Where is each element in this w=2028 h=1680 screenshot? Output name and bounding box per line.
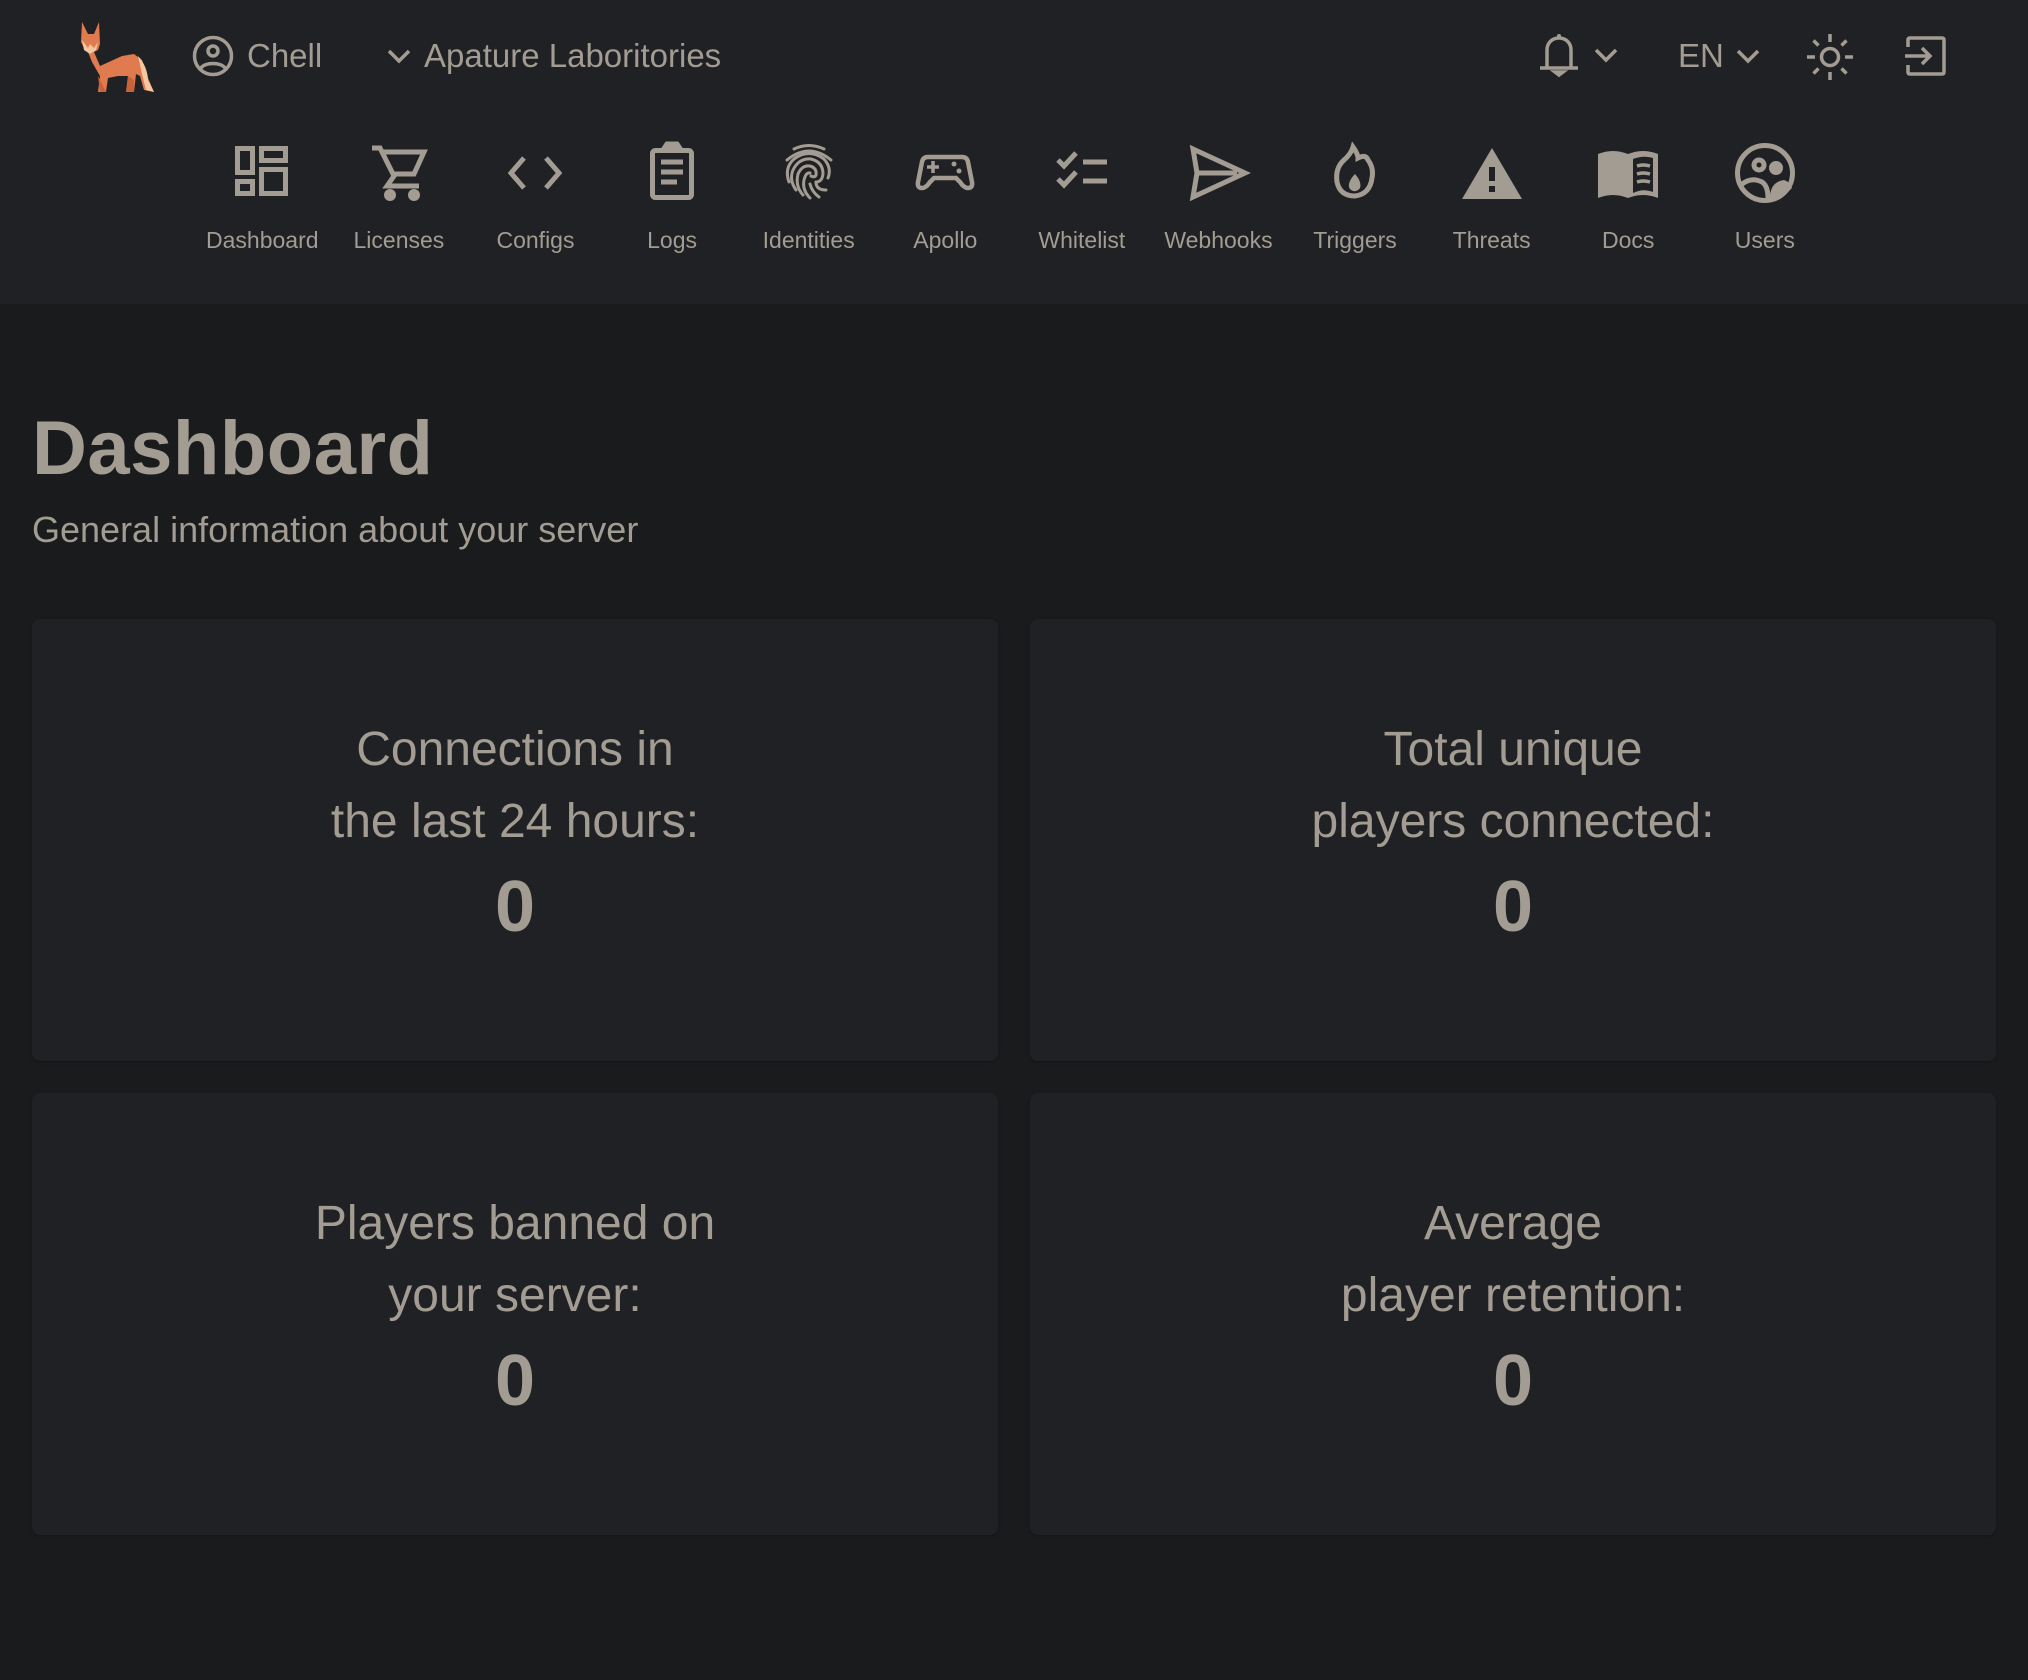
logout-icon[interactable] [1904,35,1948,77]
stat-value: 0 [1492,1341,1534,1421]
nav-item-logs[interactable]: Logs [604,140,741,254]
checklist-icon [1056,151,1107,189]
fingerprint-icon [785,144,833,200]
page-title: Dashboard [32,406,434,491]
top-bar: Chell Apature Laboritories EN [0,0,2028,112]
users-icon [1734,143,1795,203]
language-value: EN [1678,37,1724,74]
fox-logo-icon[interactable] [78,20,156,96]
language-selector[interactable]: EN [1678,34,1762,78]
nav-label: Triggers [1313,227,1397,253]
stat-label: Connections in the last 24 hours: [330,723,700,848]
stat-value: 0 [1492,867,1534,947]
book-icon [1598,151,1659,198]
stat-label: Players banned on your server: [314,1197,716,1322]
stat-card-banned-players: Players banned on your server: 0 [32,1093,998,1535]
nav-item-whitelist[interactable]: Whitelist [1014,140,1151,254]
stat-card-unique-players: Total unique players connected: 0 [1030,619,1996,1061]
nav-label: Webhooks [1164,227,1273,253]
nav-item-docs[interactable]: Docs [1560,140,1697,254]
cart-icon [371,145,428,201]
stat-value: 0 [494,867,536,947]
nav-label: Apollo [913,227,978,253]
send-icon [1190,144,1252,202]
dashboard-icon [235,146,289,196]
bell-icon [1540,34,1578,78]
notifications-button[interactable] [1538,32,1620,78]
nav-label: Threats [1452,227,1531,253]
stat-label: Total unique players connected: [1311,723,1715,848]
nav-label: Identities [762,227,855,253]
nav-label: Configs [496,227,575,253]
stat-value: 0 [494,1341,536,1421]
app-header: Chell Apature Laboritories EN Dashboard … [0,0,2028,304]
user-name: Chell [247,37,323,74]
user-menu[interactable]: Chell [192,34,322,78]
nav-label: Docs [1602,227,1655,253]
chevron-down-icon [1594,48,1618,63]
nav-item-threats[interactable]: Threats [1423,140,1560,254]
organization-name: Apature Laboritories [424,37,722,74]
nav-label: Users [1734,227,1795,253]
nav-item-users[interactable]: Users [1697,140,1834,254]
nav-item-dashboard[interactable]: Dashboard [194,140,331,254]
nav-item-licenses[interactable]: Licenses [331,140,468,254]
chevron-down-icon [1736,49,1760,64]
stat-card-player-retention: Average player retention: 0 [1030,1093,1996,1535]
nav-item-triggers[interactable]: Triggers [1287,140,1424,254]
stat-label: Average player retention: [1340,1197,1686,1322]
nav-label: Dashboard [206,227,319,253]
nav-item-configs[interactable]: Configs [467,140,604,254]
organization-selector[interactable]: Apature Laboritories [385,34,721,78]
user-circle-icon [192,35,234,77]
nav-item-webhooks[interactable]: Webhooks [1150,140,1287,254]
nav-item-apollo[interactable]: Apollo [877,140,1014,254]
flame-icon [1334,141,1376,199]
nav-label: Logs [647,227,698,253]
page-subtitle: General information about your server [32,509,639,550]
stat-card-connections: Connections in the last 24 hours: 0 [32,619,998,1061]
code-icon [508,156,563,190]
warning-icon [1461,148,1522,199]
chevron-down-icon [387,49,411,64]
main-nav: Dashboard Licenses Configs Logs Identiti… [194,140,1833,254]
clipboard-icon [650,141,695,200]
gamepad-icon [915,154,975,191]
sun-icon[interactable] [1806,33,1854,81]
nav-label: Licenses [353,227,445,253]
nav-label: Whitelist [1038,227,1126,253]
nav-item-identities[interactable]: Identities [740,140,877,254]
